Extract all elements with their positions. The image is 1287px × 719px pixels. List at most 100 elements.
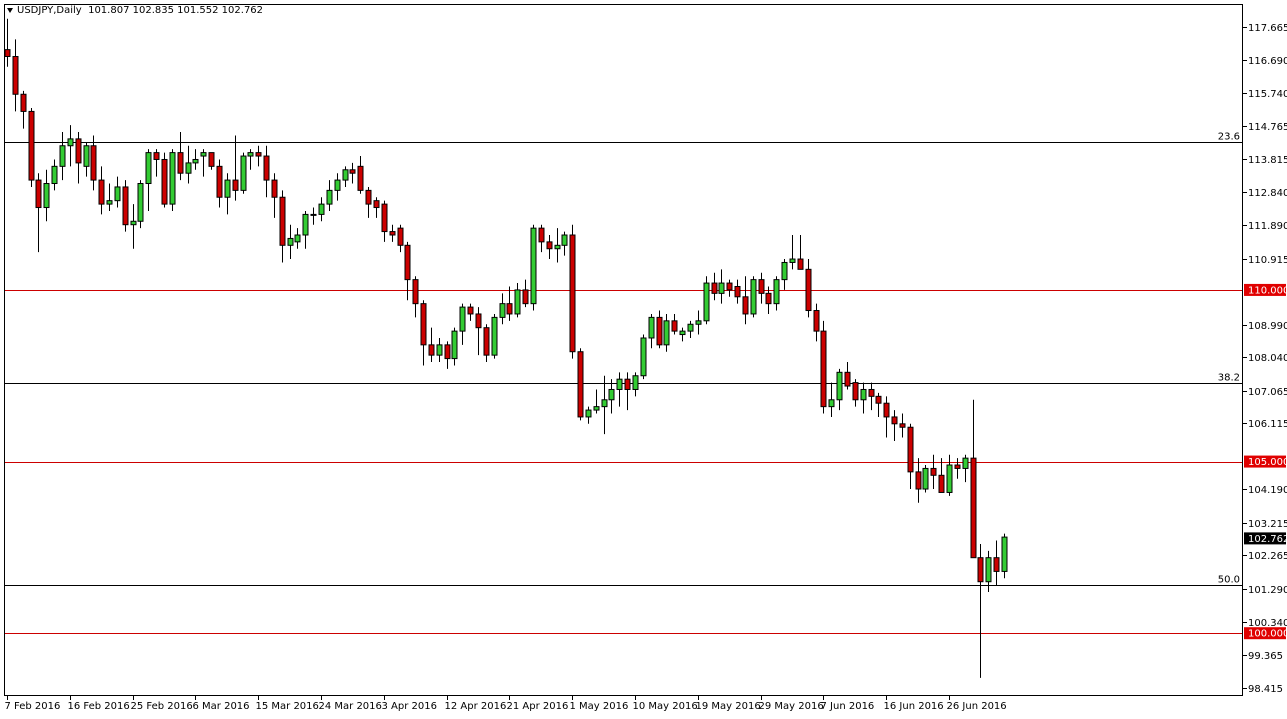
y-tick-label: 104.190: [1248, 485, 1287, 496]
y-tick-label: 115.740: [1248, 89, 1287, 100]
candle-body: [860, 388, 867, 401]
x-tick-label: 3 Apr 2016: [382, 701, 437, 712]
candle-body: [294, 234, 301, 243]
candle-body: [993, 557, 1000, 572]
candle-body: [868, 388, 875, 397]
candle-body: [781, 261, 788, 281]
candle-body: [263, 155, 270, 181]
candle-body: [381, 203, 388, 233]
y-tick-label: 103.215: [1248, 519, 1287, 530]
candle-body: [530, 227, 537, 305]
candle-body: [758, 279, 765, 294]
y-tick-label: 102.265: [1248, 551, 1287, 562]
y-tick-label: 111.890: [1248, 221, 1287, 232]
candle-body: [185, 162, 192, 174]
candle-body: [648, 316, 655, 339]
current-price-badge-label: 102.762: [1248, 534, 1287, 545]
candle-body: [177, 152, 184, 174]
candle-body: [977, 557, 984, 583]
candle-body: [302, 213, 309, 236]
x-tick-label: 29 May 2016: [759, 701, 824, 712]
candle-body: [491, 316, 498, 356]
candle-body: [797, 258, 804, 270]
chart-header: USDJPY,Daily 101.807 102.835 101.552 102…: [7, 5, 263, 16]
candle-body: [828, 399, 835, 408]
candle-body: [687, 323, 694, 332]
candle-body: [546, 241, 553, 250]
candle-body: [726, 282, 733, 291]
x-tick-label: 16 Jun 2016: [884, 701, 944, 712]
candle-body: [130, 220, 137, 226]
candle-body: [695, 320, 702, 325]
candle-body: [43, 183, 50, 209]
candle-body: [412, 279, 419, 305]
candle-body: [153, 152, 160, 160]
candle-body: [28, 110, 35, 181]
candles-layer: [4, 18, 1008, 678]
x-tick-label: 26 Jun 2016: [947, 701, 1007, 712]
x-tick-label: 7 Feb 2016: [5, 701, 61, 712]
candle-body: [404, 244, 411, 281]
candle-body: [106, 200, 113, 205]
candle-body: [703, 282, 710, 322]
candle-body: [12, 55, 19, 95]
y-tick-label: 113.815: [1248, 155, 1287, 166]
fib-level-label: 50.0: [1218, 575, 1240, 586]
candle-body: [357, 165, 364, 191]
candle-body: [561, 234, 568, 246]
candle-body: [326, 189, 333, 205]
y-tick-label: 112.840: [1248, 188, 1287, 199]
x-tick-label: 7 Jun 2016: [821, 701, 875, 712]
candle-body: [891, 416, 898, 425]
x-tick-label: 25 Feb 2016: [131, 701, 193, 712]
x-tick-label: 24 Mar 2016: [319, 701, 382, 712]
candle-body: [310, 213, 317, 216]
level-price-badge-label: 105.000: [1248, 457, 1287, 468]
fib-level-label: 23.6: [1218, 132, 1240, 143]
y-tick-label: 98.415: [1248, 684, 1283, 695]
candle-body: [75, 138, 82, 164]
symbol-label: USDJPY,Daily: [17, 5, 82, 16]
candle-body: [1001, 536, 1008, 572]
candle-body: [444, 344, 451, 360]
candle-body: [20, 93, 27, 112]
y-tick-label: 110.915: [1248, 255, 1287, 266]
candle-body: [514, 289, 521, 315]
candle-body: [271, 179, 278, 198]
candle-body: [985, 557, 992, 583]
candle-body: [459, 306, 466, 332]
level-price-badge-label: 110.000: [1248, 285, 1287, 296]
candle-body: [373, 200, 380, 209]
candle-body: [915, 471, 922, 490]
candle-body: [216, 165, 223, 198]
candle-body: [334, 179, 341, 191]
candle-body: [428, 344, 435, 356]
x-tick-label: 21 Apr 2016: [507, 701, 569, 712]
x-tick-label: 10 May 2016: [633, 701, 698, 712]
candle-body: [114, 186, 121, 202]
dropdown-arrow-icon[interactable]: [7, 7, 13, 13]
y-tick-label: 99.365: [1248, 651, 1283, 662]
candle-body: [397, 227, 404, 246]
candle-body: [750, 279, 757, 315]
candle-body: [83, 145, 90, 167]
candle-body: [608, 388, 615, 401]
candle-body: [161, 158, 168, 205]
candle-body: [907, 426, 914, 473]
candle-body: [287, 237, 294, 246]
candle-body: [436, 344, 443, 356]
candle-body: [616, 378, 623, 390]
candle-body: [742, 296, 749, 315]
candle-body: [342, 169, 349, 181]
candle-body: [601, 399, 608, 408]
x-tick-label: 15 Mar 2016: [256, 701, 319, 712]
candle-body: [279, 196, 286, 246]
candle-body: [475, 313, 482, 329]
candle-body: [765, 292, 772, 305]
candle-body: [247, 152, 254, 157]
candle-body: [192, 158, 199, 164]
candle-body: [813, 310, 820, 332]
candle-body: [318, 203, 325, 215]
candle-body: [593, 406, 600, 411]
candle-body: [67, 138, 74, 147]
